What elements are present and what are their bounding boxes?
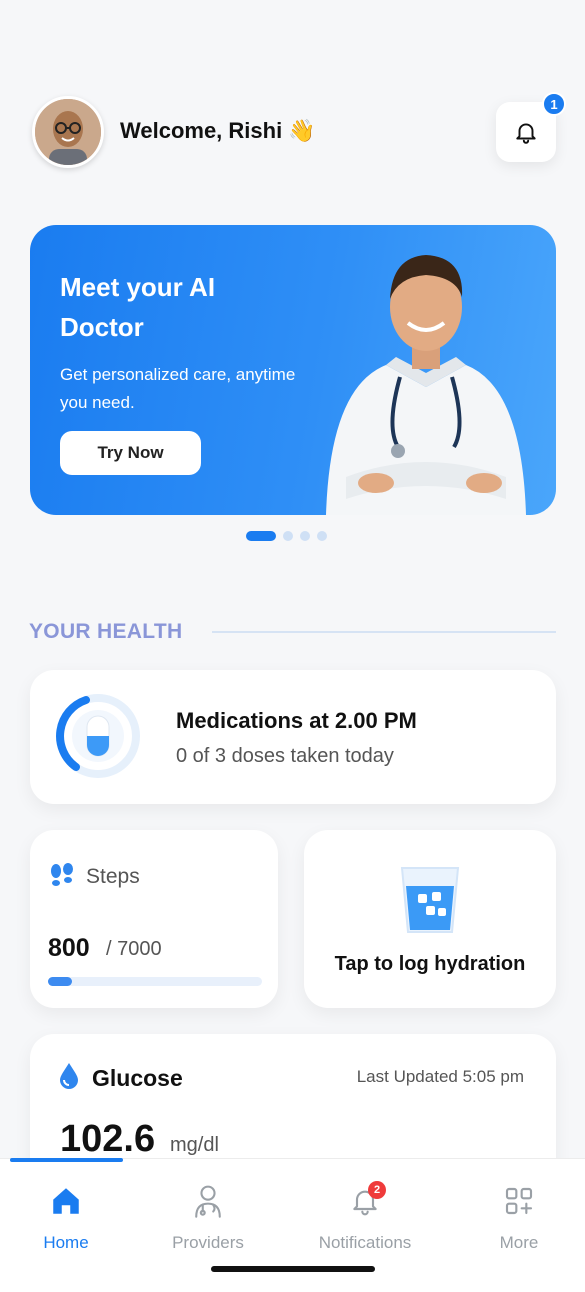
glucose-value: 102.6 bbox=[60, 1118, 156, 1160]
welcome-text: Welcome, Rishi 👋 bbox=[120, 118, 316, 143]
steps-goal: / 7000 bbox=[106, 938, 162, 960]
header: Welcome, Rishi 👋 1 bbox=[32, 92, 566, 168]
carousel-dot[interactable] bbox=[246, 531, 276, 541]
ai-doctor-banner[interactable]: Meet your AI Doctor Get personalized car… bbox=[30, 225, 556, 515]
tab-more-label: More bbox=[499, 1233, 539, 1252]
tab-more[interactable]: More bbox=[454, 1183, 584, 1253]
glucose-unit: mg/dl bbox=[170, 1134, 219, 1156]
pill-icon bbox=[86, 715, 110, 757]
tab-notifications[interactable]: 2 Notifications bbox=[300, 1181, 430, 1253]
tab-home[interactable]: Home bbox=[1, 1183, 131, 1253]
grid-plus-icon bbox=[505, 1187, 533, 1215]
section-divider bbox=[212, 631, 556, 633]
tab-notifications-label: Notifications bbox=[318, 1233, 412, 1252]
doctor-illustration bbox=[326, 255, 526, 515]
home-icon bbox=[53, 1188, 79, 1214]
banner-subtitle: Get personalized care, anytime you need. bbox=[60, 365, 296, 412]
hydration-label: Tap to log hydration bbox=[334, 953, 526, 975]
avatar[interactable] bbox=[32, 96, 104, 168]
hydration-card[interactable]: Tap to log hydration bbox=[304, 830, 556, 1008]
medications-subtitle: 0 of 3 doses taken today bbox=[176, 745, 394, 767]
home-indicator bbox=[211, 1266, 375, 1272]
section-title: YOUR HEALTH bbox=[29, 620, 183, 643]
carousel-dots bbox=[246, 531, 327, 541]
carousel-dot[interactable] bbox=[283, 531, 293, 541]
doctor-icon bbox=[195, 1185, 221, 1218]
medications-card[interactable]: Medications at 2.00 PM 0 of 3 doses take… bbox=[30, 670, 556, 804]
banner-title: Meet your AI Doctor bbox=[60, 272, 216, 342]
steps-label: Steps bbox=[86, 865, 140, 888]
tab-providers-label: Providers bbox=[172, 1233, 244, 1252]
footprints-icon bbox=[51, 863, 73, 886]
carousel-dot[interactable] bbox=[300, 531, 310, 541]
notification-button[interactable]: 1 bbox=[496, 92, 566, 162]
medications-title: Medications at 2.00 PM bbox=[176, 708, 417, 733]
water-glass-icon bbox=[400, 867, 460, 933]
steps-progress-fill bbox=[48, 977, 73, 986]
try-now-button[interactable]: Try Now bbox=[60, 431, 201, 475]
carousel-dot[interactable] bbox=[317, 531, 327, 541]
medication-progress-ring bbox=[56, 694, 140, 778]
steps-card[interactable]: Steps 800 / 7000 bbox=[30, 830, 278, 1008]
blood-drop-icon bbox=[60, 1063, 78, 1089]
active-tab-indicator bbox=[10, 1158, 123, 1162]
tab-providers[interactable]: Providers bbox=[143, 1183, 273, 1253]
notification-badge: 1 bbox=[542, 92, 566, 116]
glucose-last-updated: Last Updated 5:05 pm bbox=[356, 1067, 524, 1086]
steps-value: 800 bbox=[48, 934, 90, 962]
steps-progress-bar bbox=[48, 977, 262, 986]
bell-icon bbox=[516, 123, 536, 144]
tab-home-label: Home bbox=[43, 1233, 89, 1252]
glucose-label: Glucose bbox=[92, 1065, 183, 1091]
notifications-badge: 2 bbox=[368, 1181, 386, 1199]
